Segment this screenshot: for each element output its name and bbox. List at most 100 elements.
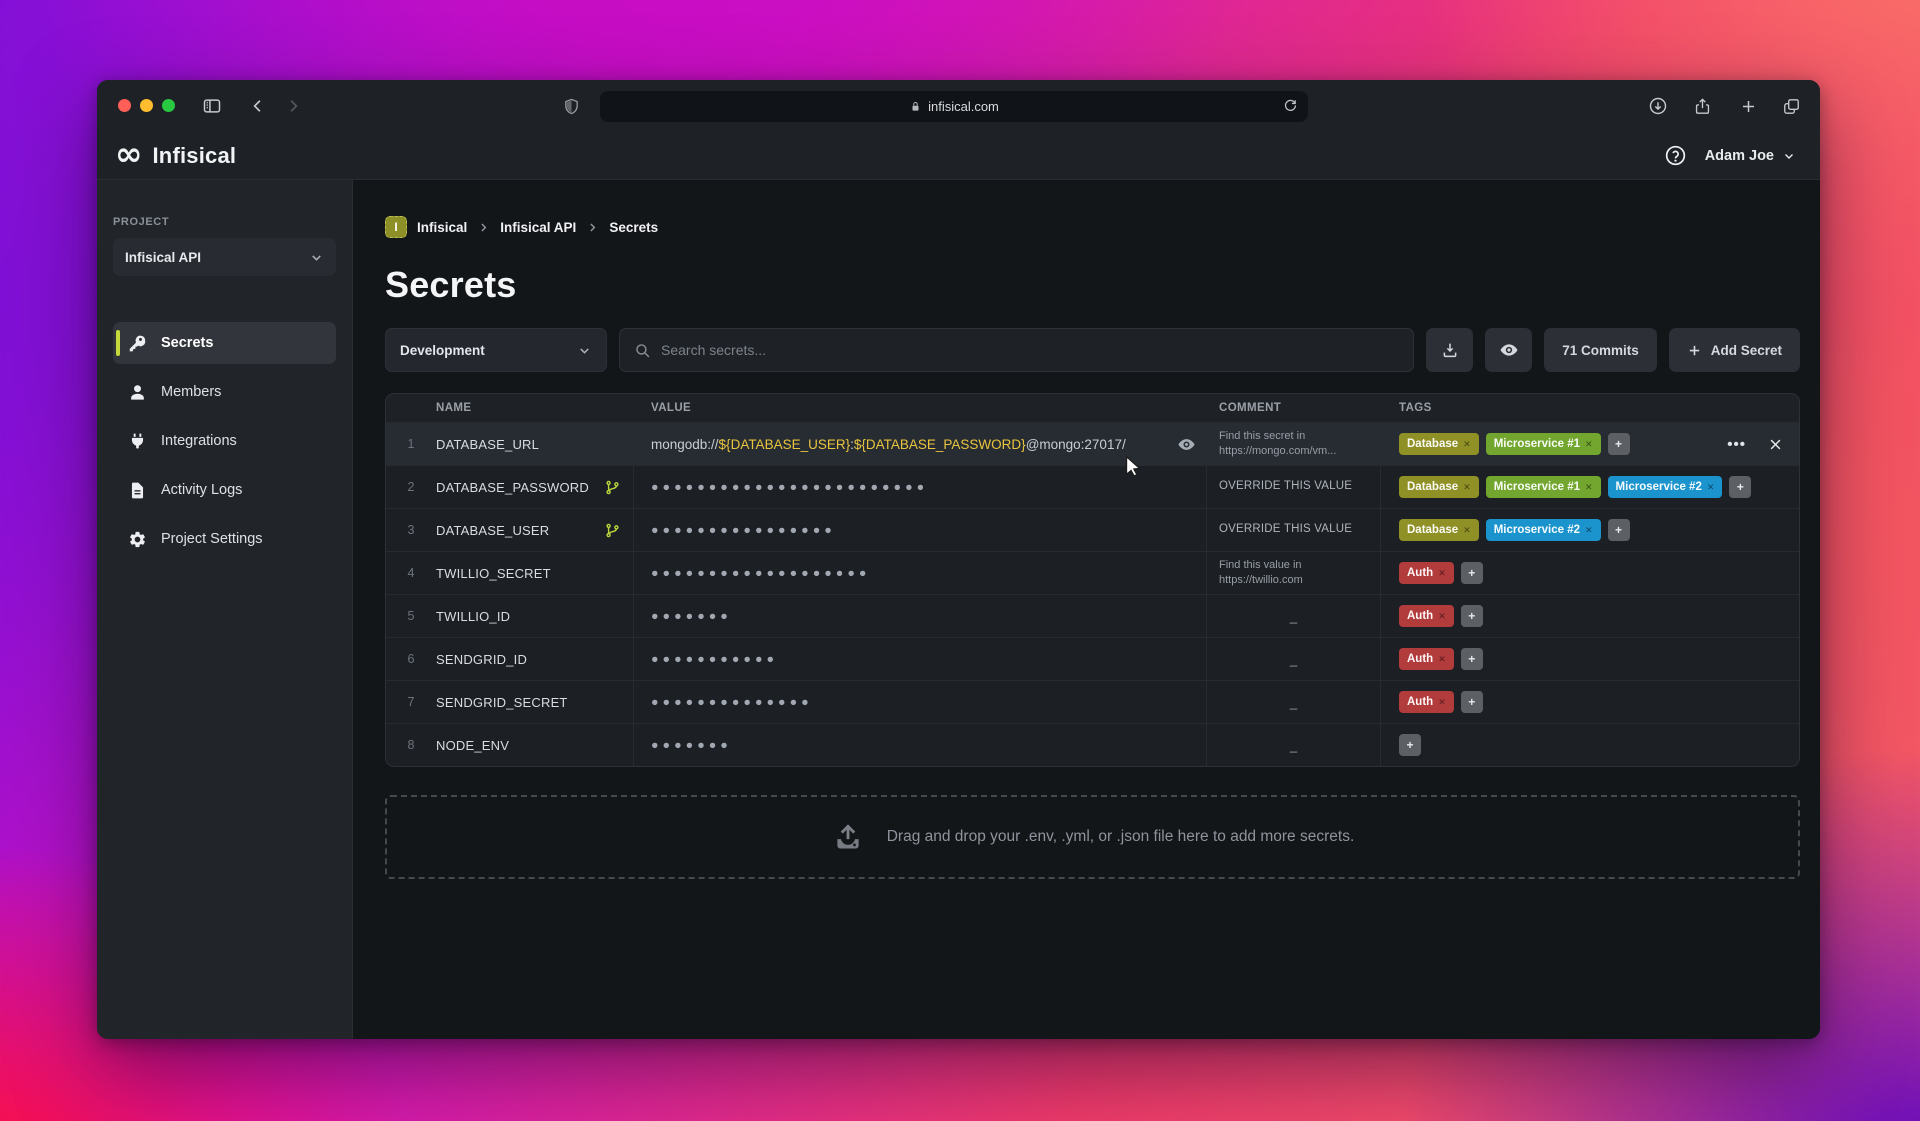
table-row[interactable]: 4 TWILLIO_SECRET ●●●●●●●●●●●●●●●●●●● Find t… [386,551,1799,594]
sidebar-item-members[interactable]: Members [113,371,336,413]
more-options-icon[interactable]: ••• [1727,436,1746,453]
secret-name-cell[interactable]: 5 TWILLIO_ID [386,595,634,637]
plus-icon [1689,345,1699,355]
forward-icon[interactable] [280,93,306,119]
table-row[interactable]: 1 DATABASE_URL mongodb://${DATABASE_USER}:… [386,422,1799,465]
user-menu[interactable]: Adam Joe [1705,148,1796,164]
secret-value-cell[interactable]: ●●●●●●● [634,595,1207,637]
project-select[interactable]: Infisical API [113,238,336,276]
tag-remove-icon[interactable]: ✕ [1438,654,1446,665]
tag-chip[interactable]: Auth ✕ [1399,648,1454,670]
tag-remove-icon[interactable]: ✕ [1585,439,1593,450]
secret-value-cell[interactable]: ●●●●●●●●●●●●●● [634,681,1207,723]
tag-chip[interactable]: Microservice #2 ✕ [1607,476,1723,498]
breadcrumb-item[interactable]: Infisical [417,220,467,235]
add-tag-button[interactable]: + [1399,734,1421,756]
table-row[interactable]: 5 TWILLIO_ID ●●●●●●● _ Auth ✕ + [386,594,1799,637]
secret-name-cell[interactable]: 3 DATABASE_USER [386,509,634,551]
table-row[interactable]: 2 DATABASE_PASSWORD ●●●●●●●●●●●●●●●●●●●●●●… [386,465,1799,508]
url-bar[interactable]: infisical.com [600,91,1308,122]
comment-cell[interactable]: Find this secret in https://mongo.com/vm… [1207,423,1381,465]
tag-remove-icon[interactable]: ✕ [1463,482,1471,493]
secret-name-cell[interactable]: 1 DATABASE_URL [386,423,634,465]
secret-value-cell[interactable]: ●●●●●●●●●●● [634,638,1207,680]
add-tag-button[interactable]: + [1460,562,1483,584]
add-secret-button[interactable]: Add Secret [1668,328,1800,372]
tag-remove-icon[interactable]: ✕ [1463,439,1471,450]
secret-value-cell[interactable]: ●●●●●●●●●●●●●●●● [634,509,1207,551]
tag-chip[interactable]: Microservice #2 ✕ [1485,519,1601,541]
download-secrets-button[interactable] [1426,328,1474,372]
column-header-comment: COMMENT [1219,402,1282,414]
comment-cell[interactable]: _ [1207,638,1381,680]
zoom-window-button[interactable] [162,99,175,112]
secret-value-cell[interactable]: mongodb://${DATABASE_USER}:${DATABASE_PA… [634,423,1207,465]
tag-remove-icon[interactable]: ✕ [1463,525,1471,536]
tag-chip[interactable]: Microservice #1 ✕ [1485,433,1601,455]
file-dropzone[interactable]: Drag and drop your .env, .yml, or .json … [385,795,1800,879]
sidebar-item-secrets[interactable]: Secrets [113,322,336,364]
tag-chip[interactable]: Auth ✕ [1399,691,1454,713]
tag-remove-icon[interactable]: ✕ [1438,611,1446,622]
tag-remove-icon[interactable]: ✕ [1438,697,1446,708]
secret-value-cell[interactable]: ●●●●●●●●●●●●●●●●●●● [634,552,1207,594]
add-tag-button[interactable]: + [1460,648,1483,670]
tag-chip[interactable]: Database ✕ [1399,476,1479,498]
tag-remove-icon[interactable]: ✕ [1707,482,1715,493]
sidebar-item-integrations[interactable]: Integrations [113,420,336,462]
table-row[interactable]: 6 SENDGRID_ID ●●●●●●●●●●● _ Auth ✕ + [386,637,1799,680]
comment-cell[interactable]: OVERRIDE THIS VALUE [1207,509,1381,551]
add-tag-button[interactable]: + [1460,691,1483,713]
minimize-window-button[interactable] [140,99,153,112]
table-row[interactable]: 7 SENDGRID_SECRET ●●●●●●●●●●●●●● _ Auth ✕ + [386,680,1799,723]
comment-cell[interactable]: _ [1207,595,1381,637]
close-row-icon[interactable] [1768,437,1783,452]
sidebar-item-activity-logs[interactable]: Activity Logs [113,469,336,511]
add-tag-button[interactable]: + [1607,433,1630,455]
value-variable: ${DATABASE_PASSWORD} [853,436,1026,452]
search-input[interactable] [661,342,1400,358]
secret-name-cell[interactable]: 6 SENDGRID_ID [386,638,634,680]
comment-cell[interactable]: OVERRIDE THIS VALUE [1207,466,1381,508]
reload-icon[interactable] [1282,97,1299,114]
secret-name-cell[interactable]: 2 DATABASE_PASSWORD [386,466,634,508]
comment-cell[interactable]: _ [1207,681,1381,723]
project-label: PROJECT [113,216,170,228]
comment-cell[interactable]: _ [1207,724,1381,766]
table-row[interactable]: 8 NODE_ENV ●●●●●●● _ + [386,723,1799,766]
tag-remove-icon[interactable]: ✕ [1585,525,1593,536]
share-icon[interactable] [1689,93,1715,119]
tag-chip[interactable]: Database ✕ [1399,433,1479,455]
tag-chip[interactable]: Auth ✕ [1399,605,1454,627]
breadcrumb-item[interactable]: Secrets [609,220,658,235]
add-tag-button[interactable]: + [1460,605,1483,627]
secret-value-cell[interactable]: ●●●●●●●●●●●●●●●●●●●●●●●● [634,466,1207,508]
commits-button[interactable]: 71 Commits [1544,328,1657,372]
privacy-shield-icon[interactable] [558,93,584,119]
environment-select[interactable]: Development [385,328,607,372]
tag-chip[interactable]: Auth ✕ [1399,562,1454,584]
help-icon[interactable] [1664,144,1687,167]
reveal-values-button[interactable] [1485,328,1533,372]
add-tag-button[interactable]: + [1729,476,1752,498]
table-row[interactable]: 3 DATABASE_USER ●●●●●●●●●●●●●●●● OVERRIDE T… [386,508,1799,551]
add-tag-button[interactable]: + [1607,519,1630,541]
sidebar-item-project-settings[interactable]: Project Settings [113,518,336,560]
secret-name-cell[interactable]: 7 SENDGRID_SECRET [386,681,634,723]
tag-remove-icon[interactable]: ✕ [1585,482,1593,493]
back-icon[interactable] [245,93,271,119]
tab-overview-icon[interactable] [1778,93,1804,119]
secret-name-cell[interactable]: 4 TWILLIO_SECRET [386,552,634,594]
tag-chip[interactable]: Database ✕ [1399,519,1479,541]
new-tab-icon[interactable] [1735,93,1761,119]
downloads-icon[interactable] [1645,93,1671,119]
eye-icon[interactable] [1177,435,1196,454]
secret-name-cell[interactable]: 8 NODE_ENV [386,724,634,766]
tag-remove-icon[interactable]: ✕ [1438,568,1446,579]
comment-cell[interactable]: Find this value in https://twillio.com [1207,552,1381,594]
close-window-button[interactable] [118,99,131,112]
secret-value-cell[interactable]: ●●●●●●● [634,724,1207,766]
sidebar-toggle-icon[interactable] [199,93,225,119]
tag-chip[interactable]: Microservice #1 ✕ [1485,476,1601,498]
breadcrumb-item[interactable]: Infisical API [500,220,576,235]
